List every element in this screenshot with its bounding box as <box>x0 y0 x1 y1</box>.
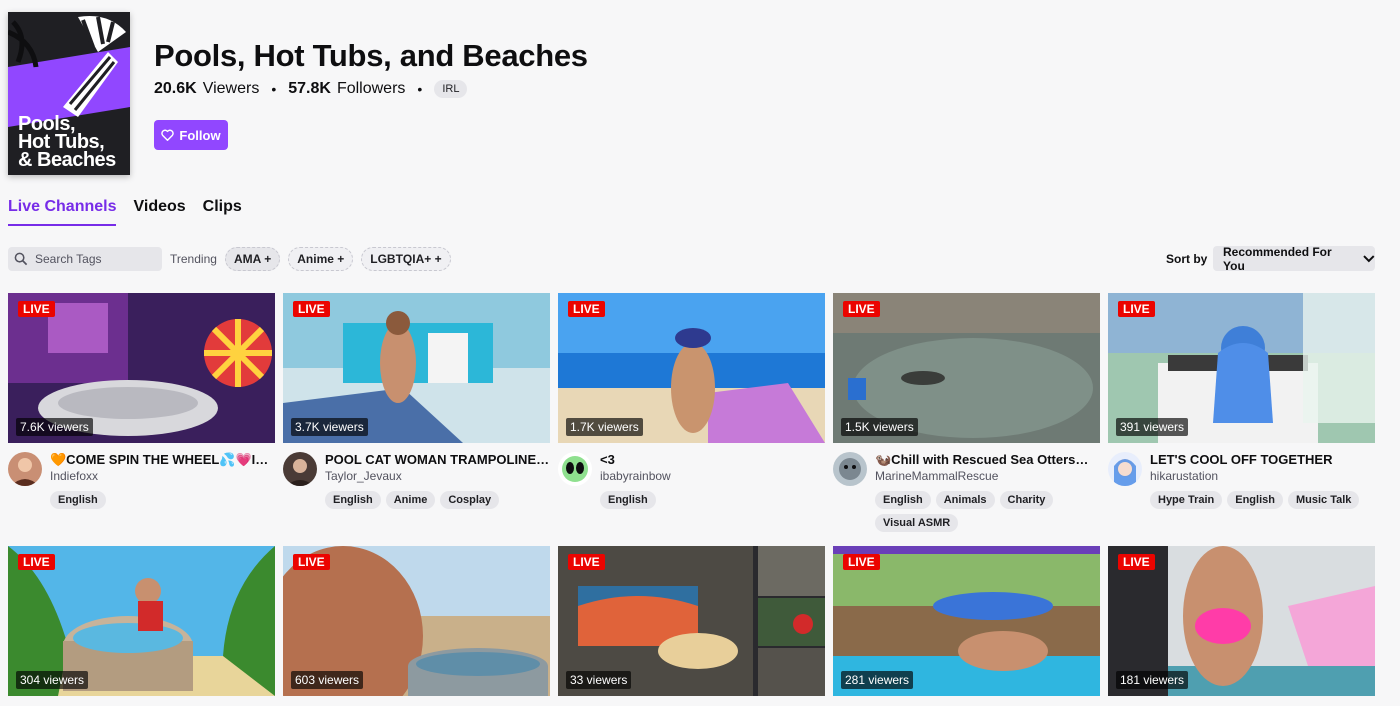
stream-card[interactable]: LIVE 1.7K viewers <3 ibabyrainbow Englis… <box>558 293 825 509</box>
followers-count: 57.8K <box>288 80 331 97</box>
stream-title[interactable]: LET'S COOL OFF TOGETHER <box>1150 452 1375 468</box>
avatar[interactable] <box>283 452 317 486</box>
stream-tag[interactable]: English <box>50 491 106 509</box>
tab-live-channels[interactable]: Live Channels <box>8 198 117 226</box>
stream-tag[interactable]: English <box>325 491 381 509</box>
category-tabs: Live Channels Videos Clips <box>8 198 242 226</box>
stream-tag[interactable]: Music Talk <box>1287 491 1360 509</box>
search-tags-input[interactable]: Search Tags <box>8 247 162 271</box>
live-badge: LIVE <box>1118 301 1155 317</box>
stream-title[interactable]: 🦦Chill with Rescued Sea Otters🦦 T... <box>875 452 1100 468</box>
viewer-count: 1.5K viewers <box>841 418 918 436</box>
stream-tag[interactable]: Anime <box>385 491 436 509</box>
sort-by-label: Sort by <box>1166 252 1208 266</box>
trending-tags: AMA + Anime + LGBTQIA+ + <box>225 247 451 271</box>
avatar[interactable] <box>8 452 42 486</box>
search-icon <box>14 252 28 266</box>
stream-card[interactable]: LIVE 391 viewers LET'S COOL OFF TOGETHER… <box>1108 293 1375 509</box>
channel-name[interactable]: MarineMammalRescue <box>875 469 1100 484</box>
channel-name[interactable]: ibabyrainbow <box>600 469 825 484</box>
separator-dot: • <box>417 81 423 97</box>
live-badge: LIVE <box>843 554 880 570</box>
sort-select-value: Recommended For You <box>1223 244 1332 273</box>
viewer-count: 33 viewers <box>566 671 632 689</box>
stream-title[interactable]: POOL CAT WOMAN TRAMPOLINE WORKOUT <box>325 452 550 468</box>
live-badge: LIVE <box>293 301 330 317</box>
follow-button[interactable]: Follow <box>154 120 228 150</box>
live-badge: LIVE <box>1118 554 1155 570</box>
stream-tag[interactable]: Hype Train <box>1150 491 1223 509</box>
stream-card[interactable]: LIVE 603 viewers <box>283 546 550 696</box>
category-title: Pools, Hot Tubs, and Beaches <box>154 38 588 73</box>
search-tags-placeholder: Search Tags <box>35 252 102 266</box>
stream-tag[interactable]: English <box>1227 491 1283 509</box>
stream-thumbnail[interactable]: LIVE 1.5K viewers <box>833 293 1100 443</box>
tab-clips[interactable]: Clips <box>203 198 242 226</box>
stream-thumbnail[interactable]: LIVE 304 viewers <box>8 546 275 696</box>
stream-card[interactable]: LIVE 304 viewers <box>8 546 275 696</box>
stream-thumbnail[interactable]: LIVE 181 viewers <box>1108 546 1375 696</box>
stream-card[interactable]: LIVE 281 viewers <box>833 546 1100 696</box>
live-badge: LIVE <box>568 554 605 570</box>
viewer-count: 281 viewers <box>841 671 914 689</box>
stream-card[interactable]: LIVE 1.5K viewers 🦦Chill with Rescued Se… <box>833 293 1100 532</box>
follow-label: Follow <box>179 127 221 143</box>
viewers-label: Viewers <box>202 80 260 97</box>
viewer-count: 1.7K viewers <box>566 418 643 436</box>
chevron-down-icon <box>1363 254 1375 262</box>
live-badge: LIVE <box>843 301 880 317</box>
channel-name[interactable]: Taylor_Jevaux <box>325 469 550 484</box>
stream-tag[interactable]: English <box>600 491 656 509</box>
viewer-count: 181 viewers <box>1116 671 1189 689</box>
live-badge: LIVE <box>18 554 55 570</box>
stream-thumbnail[interactable]: LIVE 33 viewers <box>558 546 825 696</box>
stream-thumbnail[interactable]: LIVE 391 viewers <box>1108 293 1375 443</box>
stream-card[interactable]: LIVE 181 viewers <box>1108 546 1375 696</box>
category-tag[interactable]: IRL <box>434 80 468 98</box>
trending-tag-lgbtqia[interactable]: LGBTQIA+ + <box>361 247 451 271</box>
stream-tag[interactable]: Cosplay <box>440 491 500 509</box>
viewer-count: 7.6K viewers <box>16 418 93 436</box>
avatar[interactable] <box>1108 452 1142 486</box>
channel-name[interactable]: hikarustation <box>1150 469 1375 484</box>
category-stats: 20.6K Viewers • 57.8K Followers • IRL <box>154 80 468 98</box>
stream-tag[interactable]: Visual ASMR <box>875 514 959 532</box>
stream-thumbnail[interactable]: LIVE 1.7K viewers <box>558 293 825 443</box>
stream-card[interactable]: LIVE 7.6K viewers 🧡COME SPIN THE WHEEL💦💗… <box>8 293 275 509</box>
tab-videos[interactable]: Videos <box>133 198 185 226</box>
trending-label: Trending <box>170 252 217 266</box>
stream-card[interactable]: LIVE 33 viewers <box>558 546 825 696</box>
followers-label: Followers <box>336 80 406 97</box>
stream-thumbnail[interactable]: LIVE 281 viewers <box>833 546 1100 696</box>
stream-tag[interactable]: Charity <box>999 491 1054 509</box>
live-badge: LIVE <box>293 554 330 570</box>
live-badge: LIVE <box>18 301 55 317</box>
stream-tag[interactable]: Animals <box>935 491 995 509</box>
trending-tag-anime[interactable]: Anime + <box>288 247 354 271</box>
avatar[interactable] <box>558 452 592 486</box>
category-box-art: Pools, Hot Tubs, & Beaches <box>8 12 130 175</box>
stream-thumbnail[interactable]: LIVE 603 viewers <box>283 546 550 696</box>
stream-tag[interactable]: English <box>875 491 931 509</box>
viewer-count: 391 viewers <box>1116 418 1189 436</box>
avatar[interactable] <box>833 452 867 486</box>
separator-dot: • <box>271 81 277 97</box>
viewer-count: 603 viewers <box>291 671 364 689</box>
trending-tag-ama[interactable]: AMA + <box>225 247 281 271</box>
stream-card[interactable]: LIVE 3.7K viewers POOL CAT WOMAN TRAMPOL… <box>283 293 550 509</box>
viewers-count: 20.6K <box>154 80 197 97</box>
heart-icon <box>161 129 175 141</box>
category-art-label: Pools, Hot Tubs, & Beaches <box>18 113 116 171</box>
stream-title[interactable]: 🧡COME SPIN THE WHEEL💦💗IG:indiefoxx <box>50 452 275 468</box>
channel-name[interactable]: Indiefoxx <box>50 469 275 484</box>
sort-select[interactable]: Recommended For You <box>1213 244 1375 273</box>
viewer-count: 304 viewers <box>16 671 89 689</box>
stream-thumbnail[interactable]: LIVE 7.6K viewers <box>8 293 275 443</box>
stream-thumbnail[interactable]: LIVE 3.7K viewers <box>283 293 550 443</box>
live-badge: LIVE <box>568 301 605 317</box>
viewer-count: 3.7K viewers <box>291 418 368 436</box>
stream-title[interactable]: <3 <box>600 452 825 468</box>
